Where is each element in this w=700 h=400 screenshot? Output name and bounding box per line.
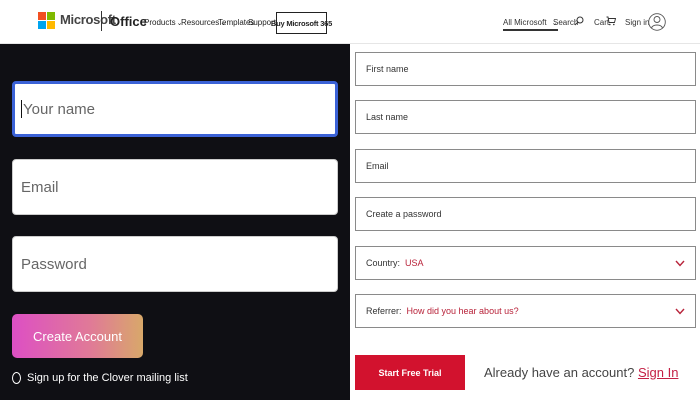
country-label: Country: [366, 258, 401, 268]
already-have-account-label: Already have an account? [484, 365, 635, 380]
password-field[interactable]: Create a password [355, 197, 696, 231]
email-field[interactable]: Email [355, 149, 696, 183]
office-signup-panel: First name Last name Email Create a pass… [350, 44, 700, 400]
top-header: Microsoft Office Products⌄ Resources⌄ Te… [0, 0, 700, 44]
chevron-down-icon [675, 260, 685, 267]
create-account-button[interactable]: Create Account [12, 314, 143, 358]
sign-in-link[interactable]: Sign In [638, 365, 678, 380]
mailing-list-radio[interactable] [12, 372, 21, 384]
referrer-select[interactable]: Referrer: How did you hear about us? [355, 294, 696, 328]
first-name-field[interactable]: First name [355, 52, 696, 86]
nav-resources-label: Resources [181, 18, 220, 27]
microsoft-logo[interactable] [38, 12, 56, 30]
country-value: USA [405, 258, 424, 268]
password-placeholder: Password [21, 255, 87, 273]
brand-name[interactable]: Microsoft [60, 12, 116, 27]
your-name-placeholder: Your name [23, 100, 95, 118]
nav-products[interactable]: Products⌄ [144, 18, 182, 27]
search-icon[interactable] [574, 16, 584, 26]
chevron-down-icon [675, 308, 685, 315]
cart-icon[interactable] [606, 16, 616, 26]
email-input[interactable]: Email [12, 159, 338, 215]
last-name-field[interactable]: Last name [355, 100, 696, 134]
email-placeholder: Email [21, 178, 59, 196]
password-input[interactable]: Password [12, 236, 338, 292]
referrer-value: How did you hear about us? [406, 306, 519, 316]
all-microsoft-label: All Microsoft [503, 18, 547, 27]
mailing-list-label: Sign up for the Clover mailing list [27, 372, 188, 384]
referrer-label: Referrer: [366, 306, 402, 316]
nav-products-label: Products [144, 18, 176, 27]
all-microsoft-menu[interactable]: All Microsoft ⌄ [503, 18, 558, 31]
header-divider [101, 11, 102, 31]
product-name[interactable]: Office [110, 14, 147, 29]
sign-in-button[interactable]: Sign in [625, 18, 649, 27]
avatar-icon[interactable] [648, 11, 666, 33]
your-name-input[interactable]: Your name [12, 81, 338, 137]
start-free-trial-button[interactable]: Start Free Trial [355, 355, 465, 390]
mailing-list-option[interactable]: Sign up for the Clover mailing list [12, 372, 188, 384]
country-select[interactable]: Country: USA [355, 246, 696, 280]
already-have-account-text: Already have an account? Sign In [484, 365, 678, 380]
buy-microsoft-365-button[interactable]: Buy Microsoft 365 [271, 12, 332, 34]
clover-signup-panel: Your name Email Password Create Account … [0, 44, 350, 400]
text-caret [21, 100, 22, 118]
